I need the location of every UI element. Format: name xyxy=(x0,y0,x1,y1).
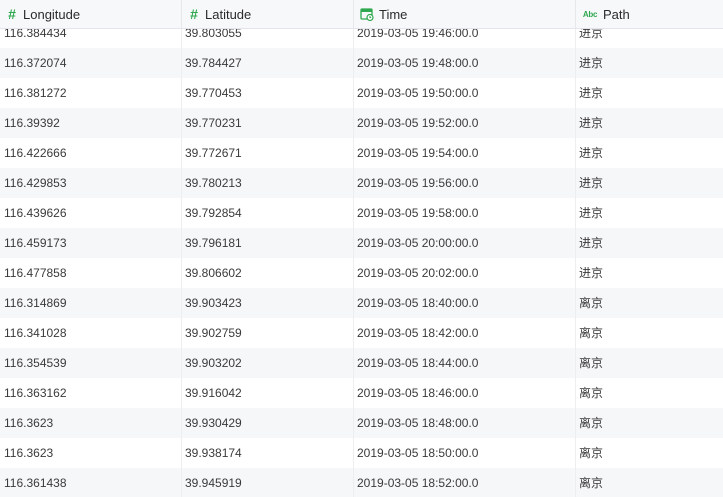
cell-time[interactable]: 2019-03-05 18:42:00.0 xyxy=(354,318,576,348)
grid-body[interactable]: 116.384434 39.803055 2019-03-05 19:46:00.0… xyxy=(0,29,723,497)
cell-longitude[interactable]: 116.384434 xyxy=(0,29,182,48)
cell-path[interactable]: 进京 xyxy=(576,138,723,168)
number-type-icon: # xyxy=(8,6,16,22)
table-row[interactable]: 116.39392 39.770231 2019-03-05 19:52:00.0 进… xyxy=(0,108,723,138)
cell-longitude[interactable]: 116.477858 xyxy=(0,258,182,288)
cell-longitude[interactable]: 116.341028 xyxy=(0,318,182,348)
cell-time[interactable]: 2019-03-05 18:46:00.0 xyxy=(354,378,576,408)
cell-time[interactable]: 2019-03-05 20:02:00.0 xyxy=(354,258,576,288)
cell-time[interactable]: 2019-03-05 18:50:00.0 xyxy=(354,438,576,468)
cell-path[interactable]: 离京 xyxy=(576,408,723,438)
cell-latitude[interactable]: 39.903423 xyxy=(182,288,354,318)
grid-header: # Longitude # Latitude Time Abc Path xyxy=(0,0,723,29)
cell-time[interactable]: 2019-03-05 18:48:00.0 xyxy=(354,408,576,438)
cell-longitude[interactable]: 116.459173 xyxy=(0,228,182,258)
cell-longitude[interactable]: 116.429853 xyxy=(0,168,182,198)
table-row[interactable]: 116.354539 39.903202 2019-03-05 18:44:00.0… xyxy=(0,348,723,378)
cell-path[interactable]: 离京 xyxy=(576,318,723,348)
cell-latitude[interactable]: 39.806602 xyxy=(182,258,354,288)
cell-longitude[interactable]: 116.422666 xyxy=(0,138,182,168)
column-header-time[interactable]: Time xyxy=(354,0,576,28)
table-row[interactable]: 116.422666 39.772671 2019-03-05 19:54:00.0… xyxy=(0,138,723,168)
table-row[interactable]: 116.361438 39.945919 2019-03-05 18:52:00.0… xyxy=(0,468,723,497)
cell-longitude[interactable]: 116.381272 xyxy=(0,78,182,108)
cell-time[interactable]: 2019-03-05 19:56:00.0 xyxy=(354,168,576,198)
cell-path[interactable]: 进京 xyxy=(576,198,723,228)
cell-latitude[interactable]: 39.902759 xyxy=(182,318,354,348)
cell-longitude[interactable]: 116.3623 xyxy=(0,408,182,438)
cell-time[interactable]: 2019-03-05 19:52:00.0 xyxy=(354,108,576,138)
cell-path[interactable]: 进京 xyxy=(576,48,723,78)
cell-time[interactable]: 2019-03-05 18:52:00.0 xyxy=(354,468,576,497)
cell-latitude[interactable]: 39.938174 xyxy=(182,438,354,468)
cell-latitude[interactable]: 39.784427 xyxy=(182,48,354,78)
calendar-clock-icon xyxy=(360,7,374,21)
column-header-path[interactable]: Abc Path xyxy=(576,0,723,28)
cell-longitude[interactable]: 116.363162 xyxy=(0,378,182,408)
grid-rows: 116.384434 39.803055 2019-03-05 19:46:00.0… xyxy=(0,29,723,497)
column-header-label: Path xyxy=(603,6,630,22)
string-type-icon: Abc xyxy=(582,9,598,19)
table-row[interactable]: 116.3623 39.930429 2019-03-05 18:48:00.0 离京 xyxy=(0,408,723,438)
cell-latitude[interactable]: 39.916042 xyxy=(182,378,354,408)
table-row[interactable]: 116.477858 39.806602 2019-03-05 20:02:00.0… xyxy=(0,258,723,288)
cell-path[interactable]: 进京 xyxy=(576,228,723,258)
cell-longitude[interactable]: 116.439626 xyxy=(0,198,182,228)
cell-time[interactable]: 2019-03-05 19:48:00.0 xyxy=(354,48,576,78)
cell-latitude[interactable]: 39.945919 xyxy=(182,468,354,497)
cell-latitude[interactable]: 39.903202 xyxy=(182,348,354,378)
table-row[interactable]: 116.459173 39.796181 2019-03-05 20:00:00.0… xyxy=(0,228,723,258)
table-row[interactable]: 116.439626 39.792854 2019-03-05 19:58:00.0… xyxy=(0,198,723,228)
table-row[interactable]: 116.429853 39.780213 2019-03-05 19:56:00.0… xyxy=(0,168,723,198)
cell-latitude[interactable]: 39.792854 xyxy=(182,198,354,228)
cell-longitude[interactable]: 116.354539 xyxy=(0,348,182,378)
cell-time[interactable]: 2019-03-05 19:54:00.0 xyxy=(354,138,576,168)
cell-path[interactable]: 离京 xyxy=(576,468,723,497)
cell-path[interactable]: 进京 xyxy=(576,168,723,198)
cell-path[interactable]: 进京 xyxy=(576,258,723,288)
cell-path[interactable]: 进京 xyxy=(576,29,723,48)
column-header-label: Latitude xyxy=(205,6,252,22)
cell-time[interactable]: 2019-03-05 19:46:00.0 xyxy=(354,29,576,48)
column-header-latitude[interactable]: # Latitude xyxy=(182,0,354,28)
cell-time[interactable]: 2019-03-05 18:44:00.0 xyxy=(354,348,576,378)
cell-time[interactable]: 2019-03-05 19:50:00.0 xyxy=(354,78,576,108)
table-row[interactable]: 116.314869 39.903423 2019-03-05 18:40:00.0… xyxy=(0,288,723,318)
cell-time[interactable]: 2019-03-05 18:40:00.0 xyxy=(354,288,576,318)
cell-latitude[interactable]: 39.772671 xyxy=(182,138,354,168)
table-row[interactable]: 116.363162 39.916042 2019-03-05 18:46:00.0… xyxy=(0,378,723,408)
cell-path[interactable]: 进京 xyxy=(576,78,723,108)
cell-latitude[interactable]: 39.780213 xyxy=(182,168,354,198)
cell-path[interactable]: 离京 xyxy=(576,348,723,378)
column-header-longitude[interactable]: # Longitude xyxy=(0,0,182,28)
cell-path[interactable]: 离京 xyxy=(576,378,723,408)
cell-longitude[interactable]: 116.39392 xyxy=(0,108,182,138)
table-row[interactable]: 116.3623 39.938174 2019-03-05 18:50:00.0 离京 xyxy=(0,438,723,468)
column-header-label: Longitude xyxy=(23,6,81,22)
cell-latitude[interactable]: 39.803055 xyxy=(182,29,354,48)
cell-latitude[interactable]: 39.770231 xyxy=(182,108,354,138)
cell-path[interactable]: 进京 xyxy=(576,108,723,138)
cell-latitude[interactable]: 39.930429 xyxy=(182,408,354,438)
column-header-label: Time xyxy=(379,6,408,22)
table-row[interactable]: 116.381272 39.770453 2019-03-05 19:50:00.0… xyxy=(0,78,723,108)
cell-longitude[interactable]: 116.361438 xyxy=(0,468,182,497)
cell-latitude[interactable]: 39.770453 xyxy=(182,78,354,108)
cell-longitude[interactable]: 116.3623 xyxy=(0,438,182,468)
cell-time[interactable]: 2019-03-05 20:00:00.0 xyxy=(354,228,576,258)
cell-longitude[interactable]: 116.314869 xyxy=(0,288,182,318)
data-grid: # Longitude # Latitude Time Abc Path 116… xyxy=(0,0,723,497)
cell-time[interactable]: 2019-03-05 19:58:00.0 xyxy=(354,198,576,228)
table-row[interactable]: 116.384434 39.803055 2019-03-05 19:46:00.0… xyxy=(0,29,723,48)
cell-path[interactable]: 离京 xyxy=(576,288,723,318)
cell-longitude[interactable]: 116.372074 xyxy=(0,48,182,78)
cell-latitude[interactable]: 39.796181 xyxy=(182,228,354,258)
table-row[interactable]: 116.372074 39.784427 2019-03-05 19:48:00.0… xyxy=(0,48,723,78)
number-type-icon: # xyxy=(190,6,198,22)
cell-path[interactable]: 离京 xyxy=(576,438,723,468)
table-row[interactable]: 116.341028 39.902759 2019-03-05 18:42:00.0… xyxy=(0,318,723,348)
